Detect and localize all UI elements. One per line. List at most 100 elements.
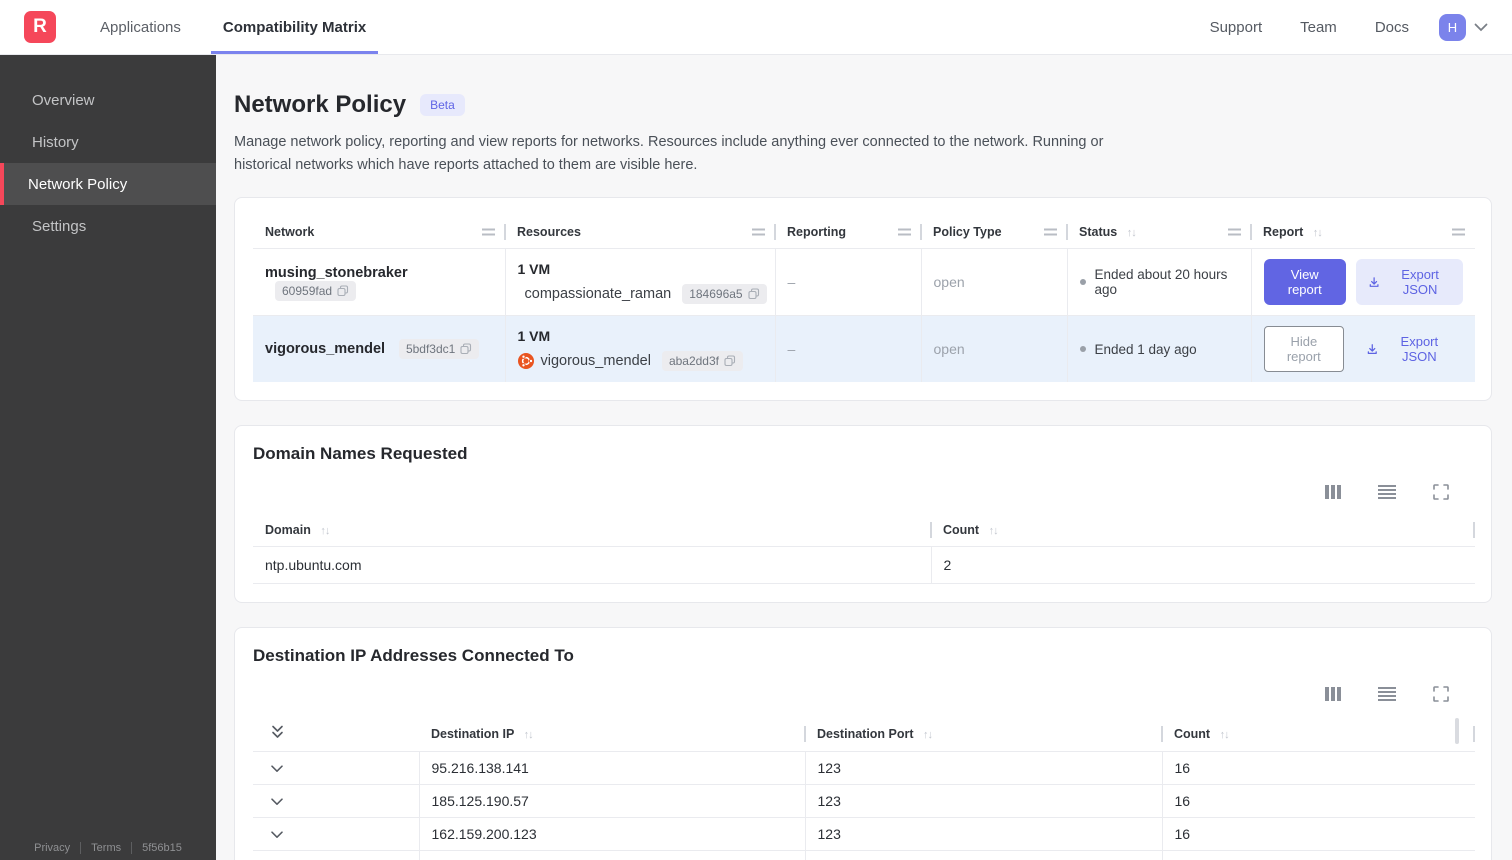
domains-table: Domain ↑↓ Count ↑↓ ntp.ubuntu.com 2 (253, 514, 1475, 585)
resource-hash-badge[interactable]: aba2dd3f (661, 350, 743, 371)
destinations-header-row: Destination IP ↑↓ Destination Port ↑↓ Co… (253, 716, 1475, 752)
export-json-button[interactable]: Export JSON (1354, 326, 1463, 372)
destination-row[interactable]: 185.125.190.57 123 16 (253, 784, 1475, 818)
column-header-destination-ip: Destination IP ↑↓ (431, 726, 534, 741)
sidebar-footer: Privacy Terms 5f56b15 (0, 842, 216, 854)
page-title: Network Policy (234, 91, 407, 118)
column-header-domain: Domain ↑↓ (265, 523, 330, 538)
network-row[interactable]: musing_stonebraker 60959fad 1 VM compass… (253, 248, 1475, 316)
chevron-down-icon[interactable] (271, 831, 283, 839)
footer-divider (131, 842, 133, 854)
destination-row[interactable]: 185.125.190.58 123 16 (253, 850, 1475, 860)
column-header-report: Report ↑↓ (1250, 216, 1475, 249)
networks-header-row: Network Resources Reporting Policy Type … (253, 216, 1475, 249)
reporting-value: – (774, 248, 921, 316)
domains-card: Domain Names Requested Domain ↑↓ Count ↑… (234, 425, 1492, 604)
destination-port-value: 123 (804, 817, 1162, 851)
resource-name[interactable]: vigorous_mendel (541, 353, 651, 369)
copy-icon[interactable] (337, 285, 349, 297)
sidebar-item-settings[interactable]: Settings (0, 205, 216, 247)
download-icon (1369, 277, 1379, 287)
resource-hash-badge[interactable]: 184696a5 (682, 283, 767, 304)
network-row-selected[interactable]: vigorous_mendel 5bdf3dc1 1 VM vigorous_m… (253, 315, 1475, 383)
status-dot (1079, 346, 1086, 353)
fullscreen-icon[interactable] (1433, 686, 1449, 703)
avatar[interactable]: H (1439, 13, 1466, 41)
sidebar-item-network-policy[interactable]: Network Policy (0, 163, 216, 205)
copy-icon[interactable] (724, 355, 736, 367)
networks-card: Network Resources Reporting Policy Type … (234, 197, 1492, 402)
policy-type-value: open (920, 248, 1067, 316)
privacy-link[interactable]: Privacy (34, 842, 70, 854)
network-hash-badge[interactable]: 5bdf3dc1 (398, 339, 480, 360)
destination-row[interactable]: 95.216.138.141 123 16 (253, 751, 1475, 785)
resources-summary: 1 VM (517, 260, 551, 277)
tab-applications[interactable]: Applications (88, 0, 193, 54)
column-resize-handle[interactable] (1452, 228, 1465, 236)
list-view-icon[interactable] (1378, 485, 1396, 500)
destinations-card: Destination IP Addresses Connected To De… (234, 627, 1492, 860)
column-resize-handle[interactable] (752, 228, 765, 236)
tab-compatibility-matrix[interactable]: Compatibility Matrix (210, 0, 379, 54)
sidebar-item-history[interactable]: History (0, 121, 216, 163)
chevron-down-icon (1474, 23, 1488, 31)
sort-icon[interactable]: ↑↓ (989, 525, 999, 537)
sort-icon[interactable]: ↑↓ (1127, 227, 1137, 239)
network-hash-badge[interactable]: 60959fad (275, 280, 357, 301)
view-report-button[interactable]: View report (1263, 259, 1346, 306)
destinations-card-title: Destination IP Addresses Connected To (253, 646, 574, 666)
app-logo[interactable]: R (24, 11, 56, 43)
hide-report-button[interactable]: Hide report (1263, 326, 1345, 373)
sort-icon[interactable]: ↑↓ (524, 729, 534, 741)
sidebar: Overview History Network Policy Settings… (0, 55, 216, 860)
sort-icon[interactable]: ↑↓ (923, 729, 933, 741)
column-resize-handle[interactable] (898, 228, 911, 236)
main-content: Network Policy Beta Manage network polic… (216, 55, 1512, 860)
sort-icon[interactable]: ↑↓ (1313, 227, 1323, 239)
columns-view-icon[interactable] (1325, 687, 1341, 702)
export-json-button[interactable]: Export JSON (1355, 259, 1463, 306)
count-value: 2 (930, 546, 1475, 585)
nav-link-docs[interactable]: Docs (1375, 0, 1409, 54)
resource-name[interactable]: compassionate_raman (525, 286, 672, 302)
build-hash: 5f56b15 (142, 842, 182, 854)
column-resize-handle[interactable] (1044, 228, 1057, 236)
chevron-down-icon[interactable] (271, 798, 283, 806)
fullscreen-icon[interactable] (1433, 484, 1449, 501)
sort-icon[interactable]: ↑↓ (320, 525, 330, 537)
nav-link-support[interactable]: Support (1210, 0, 1263, 54)
destinations-table: Destination IP ↑↓ Destination Port ↑↓ Co… (253, 716, 1475, 860)
column-resize-handle[interactable] (482, 228, 495, 236)
column-header-reporting: Reporting (774, 216, 921, 249)
nav-link-team[interactable]: Team (1300, 0, 1337, 54)
status-text: Ended 1 day ago (1094, 341, 1197, 357)
destination-ip-value: 95.216.138.141 (418, 751, 805, 785)
destination-row[interactable]: 162.159.200.123 123 16 (253, 817, 1475, 851)
destination-ip-value: 162.159.200.123 (418, 817, 805, 851)
column-header-policy-type: Policy Type (920, 216, 1067, 249)
footer-divider (80, 842, 82, 854)
columns-view-icon[interactable] (1325, 485, 1341, 500)
copy-icon[interactable] (460, 343, 472, 355)
policy-type-value: open (920, 315, 1067, 383)
destination-ip-value: 185.125.190.57 (418, 784, 805, 818)
column-header-count: Count ↑↓ (930, 514, 1475, 547)
reporting-value: – (774, 315, 921, 383)
count-value: 16 (1161, 751, 1475, 785)
column-header-network: Network (253, 216, 505, 249)
user-menu[interactable]: H (1439, 0, 1488, 54)
count-value: 16 (1161, 850, 1475, 860)
networks-table: Network Resources Reporting Policy Type … (253, 216, 1475, 383)
double-chevron-down-icon[interactable] (271, 725, 284, 739)
list-view-icon[interactable] (1378, 687, 1396, 702)
terms-link[interactable]: Terms (91, 842, 121, 854)
navbar-spacer (396, 0, 1171, 54)
column-resize-handle[interactable] (1228, 228, 1241, 236)
sidebar-item-overview[interactable]: Overview (0, 79, 216, 121)
beta-badge: Beta (420, 94, 465, 116)
copy-icon[interactable] (748, 288, 760, 300)
sort-icon[interactable]: ↑↓ (1220, 729, 1230, 741)
domain-row[interactable]: ntp.ubuntu.com 2 (253, 546, 1475, 585)
domain-value: ntp.ubuntu.com (253, 546, 931, 585)
chevron-down-icon[interactable] (271, 765, 283, 773)
